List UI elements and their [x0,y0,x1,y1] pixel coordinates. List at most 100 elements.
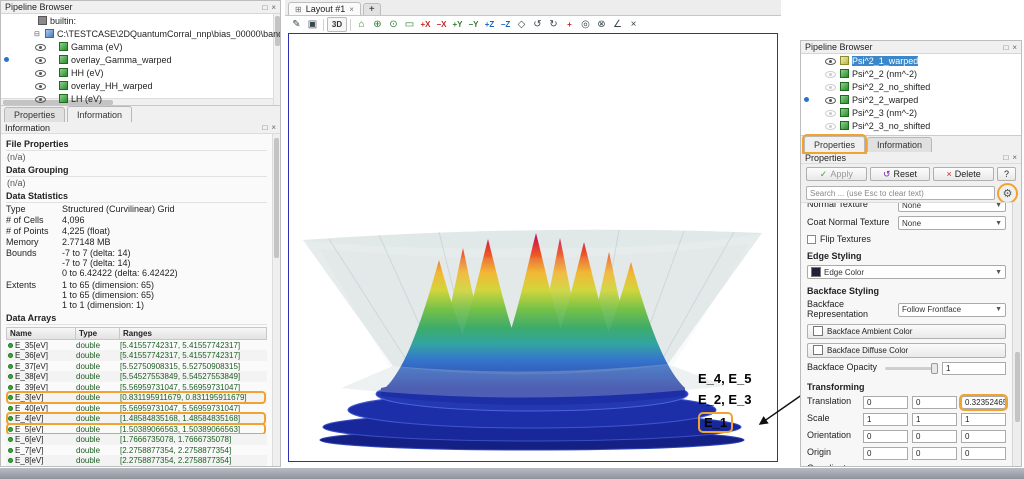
tab-properties[interactable]: Properties [4,107,65,122]
reset-camera-icon[interactable]: ⌂ [354,17,369,32]
float-panel-icon[interactable]: □ [262,3,267,12]
information-scrollbar[interactable] [272,134,280,466]
pick-center-icon[interactable]: ◎ [578,17,593,32]
close-panel-icon[interactable]: × [1012,43,1017,52]
scale-y-input[interactable]: 1 [912,413,957,426]
search-input[interactable]: Search ... (use Esc to clear text) [806,186,995,200]
table-row[interactable]: E_36[eV] double [5.41557742317, 5.415577… [6,350,267,361]
pipeline-tree-item[interactable]: Gamma (eV) [1,40,280,53]
backface-representation-select[interactable]: Follow Frontface▼ [898,303,1006,317]
visibility-eye-icon[interactable] [825,120,836,131]
orientation-z-input[interactable]: 0 [961,430,1006,443]
toolbar-separator[interactable] [323,19,324,31]
flip-textures-checkbox[interactable] [807,235,816,244]
show-center-axes-icon[interactable]: + [562,17,577,32]
scale-x-input[interactable]: 1 [863,413,908,426]
visibility-eye-icon[interactable] [825,68,836,79]
new-layout-tab[interactable]: + [363,3,381,15]
normal-texture-select[interactable]: None▼ [898,202,1006,212]
origin-y-input[interactable]: 0 [912,447,957,460]
float-panel-icon[interactable]: □ [1003,153,1008,162]
pipeline-tree-item[interactable]: Psi^2_3_no_shifted [801,119,1021,132]
table-row[interactable]: E_39[eV] double [5.56959731047, 5.569597… [6,382,267,393]
ruler-icon[interactable]: ∠ [610,17,625,32]
rotate-cw-icon[interactable]: ↻ [546,17,561,32]
visibility-eye-icon[interactable] [825,55,836,66]
translation-x-input[interactable]: 0 [863,396,908,409]
float-panel-icon[interactable]: □ [262,123,267,132]
table-row[interactable]: E_37[eV] double [5.52750908315, 5.527509… [6,361,267,372]
tab-properties[interactable]: Properties [804,136,865,152]
backface-diffuse-color-button[interactable]: Backface Diffuse Color [807,343,1006,358]
table-row[interactable]: E_4[eV] double [1.48584835168, 1.4858483… [6,413,267,424]
slider-knob[interactable] [931,363,938,374]
reset-button[interactable]: ↺Reset [870,167,931,181]
zoom-to-box-icon[interactable]: ▭ [402,17,417,32]
toolbar-separator[interactable] [350,19,351,31]
edit-camera-icon[interactable]: ✎ [289,17,304,32]
pipeline-tree-item[interactable]: LH (eV) [1,92,280,105]
pipeline-tree-item[interactable]: builtin: [1,14,280,27]
zoom-closest-to-data-icon[interactable]: ⊙ [386,17,401,32]
origin-x-input[interactable]: 0 [863,447,908,460]
pipeline-tree-item[interactable]: Psi^2_1_warped [801,54,1021,67]
orientation-x-input[interactable]: 0 [863,430,908,443]
translation-y-input[interactable]: 0 [912,396,957,409]
scale-z-input[interactable]: 1 [961,413,1006,426]
pipeline-tree-item[interactable]: overlay_Gamma_warped [1,53,280,66]
float-panel-icon[interactable]: □ [1003,43,1008,52]
visibility-eye-icon[interactable] [35,67,46,78]
pipeline-tree-item[interactable]: Psi^2_2_warped [801,93,1021,106]
view-plus-y-icon[interactable]: +Y [450,17,465,32]
table-row[interactable]: E_38[eV] double [5.54527553849, 5.545275… [6,371,267,382]
pipeline-tree-item[interactable]: HH (eV) [1,66,280,79]
close-panel-icon[interactable]: × [271,3,276,12]
col-header-type[interactable]: Type [76,327,120,340]
visibility-eye-icon[interactable] [35,41,46,52]
rotate-ccw-icon[interactable]: ↺ [530,17,545,32]
col-header-ranges[interactable]: Ranges [120,327,267,340]
orientation-y-input[interactable]: 0 [912,430,957,443]
view-minus-x-icon[interactable]: −X [434,17,449,32]
pipeline-tree-item[interactable]: ⊟ C:\TESTCASE\2DQuantumCorral_nnp\bias_0… [1,27,280,40]
table-row[interactable]: E_8[eV] double [2.2758877354, 2.27588773… [6,455,267,466]
save-camera-icon[interactable]: ▣ [305,17,320,32]
pipeline-tree-item[interactable]: Psi^2_2 (nm^-2) [801,67,1021,80]
backface-opacity-slider[interactable] [885,367,938,370]
table-row[interactable]: E_3[eV] double [0.831195911679, 0.831195… [6,392,267,403]
gear-icon[interactable]: ⚙ [1003,187,1013,200]
mode-3d-button[interactable]: 3D [327,17,347,32]
table-row[interactable]: E_5[eV] double [1.50389066563, 1.5038906… [6,424,267,435]
coat-normal-texture-select[interactable]: None▼ [898,216,1006,230]
delete-view-icon[interactable]: × [626,17,641,32]
visibility-eye-icon[interactable] [825,94,836,105]
close-layout-icon[interactable]: × [349,5,354,14]
table-row[interactable]: E_35[eV] double [5.41557742317, 5.415577… [6,340,267,351]
delete-button[interactable]: ×Delete [933,167,994,181]
zoom-to-data-icon[interactable]: ⊕ [370,17,385,32]
origin-z-input[interactable]: 0 [961,447,1006,460]
close-panel-icon[interactable]: × [271,123,276,132]
isometric-view-icon[interactable]: ◇ [514,17,529,32]
tab-information[interactable]: Information [67,106,132,122]
tab-information[interactable]: Information [867,137,932,152]
visibility-eye-icon[interactable] [35,93,46,104]
table-row[interactable]: E_7[eV] double [2.2758877354, 2.27588773… [6,445,267,456]
backface-opacity-input[interactable]: 1 [942,362,1006,375]
view-plus-z-icon[interactable]: +Z [482,17,497,32]
layout-tab[interactable]: ⊞ Layout #1 × [288,2,361,15]
properties-scrollbar[interactable] [1012,202,1021,466]
pipeline-tree-item[interactable]: Psi^2_2_no_shifted [801,80,1021,93]
view-minus-y-icon[interactable]: −Y [466,17,481,32]
table-row[interactable]: E_40[eV] double [5.56959731047, 5.569597… [6,403,267,414]
view-plus-x-icon[interactable]: +X [418,17,433,32]
view-minus-z-icon[interactable]: −Z [498,17,513,32]
help-button[interactable]: ? [997,167,1016,181]
translation-z-input[interactable]: 0.323524651 [961,396,1006,409]
close-panel-icon[interactable]: × [1012,153,1017,162]
visibility-eye-icon[interactable] [825,81,836,92]
pipeline-tree-item[interactable]: overlay_HH_warped [1,79,280,92]
backface-ambient-color-button[interactable]: Backface Ambient Color [807,324,1006,339]
apply-button[interactable]: ✓Apply [806,167,867,181]
reset-center-icon[interactable]: ⊗ [594,17,609,32]
